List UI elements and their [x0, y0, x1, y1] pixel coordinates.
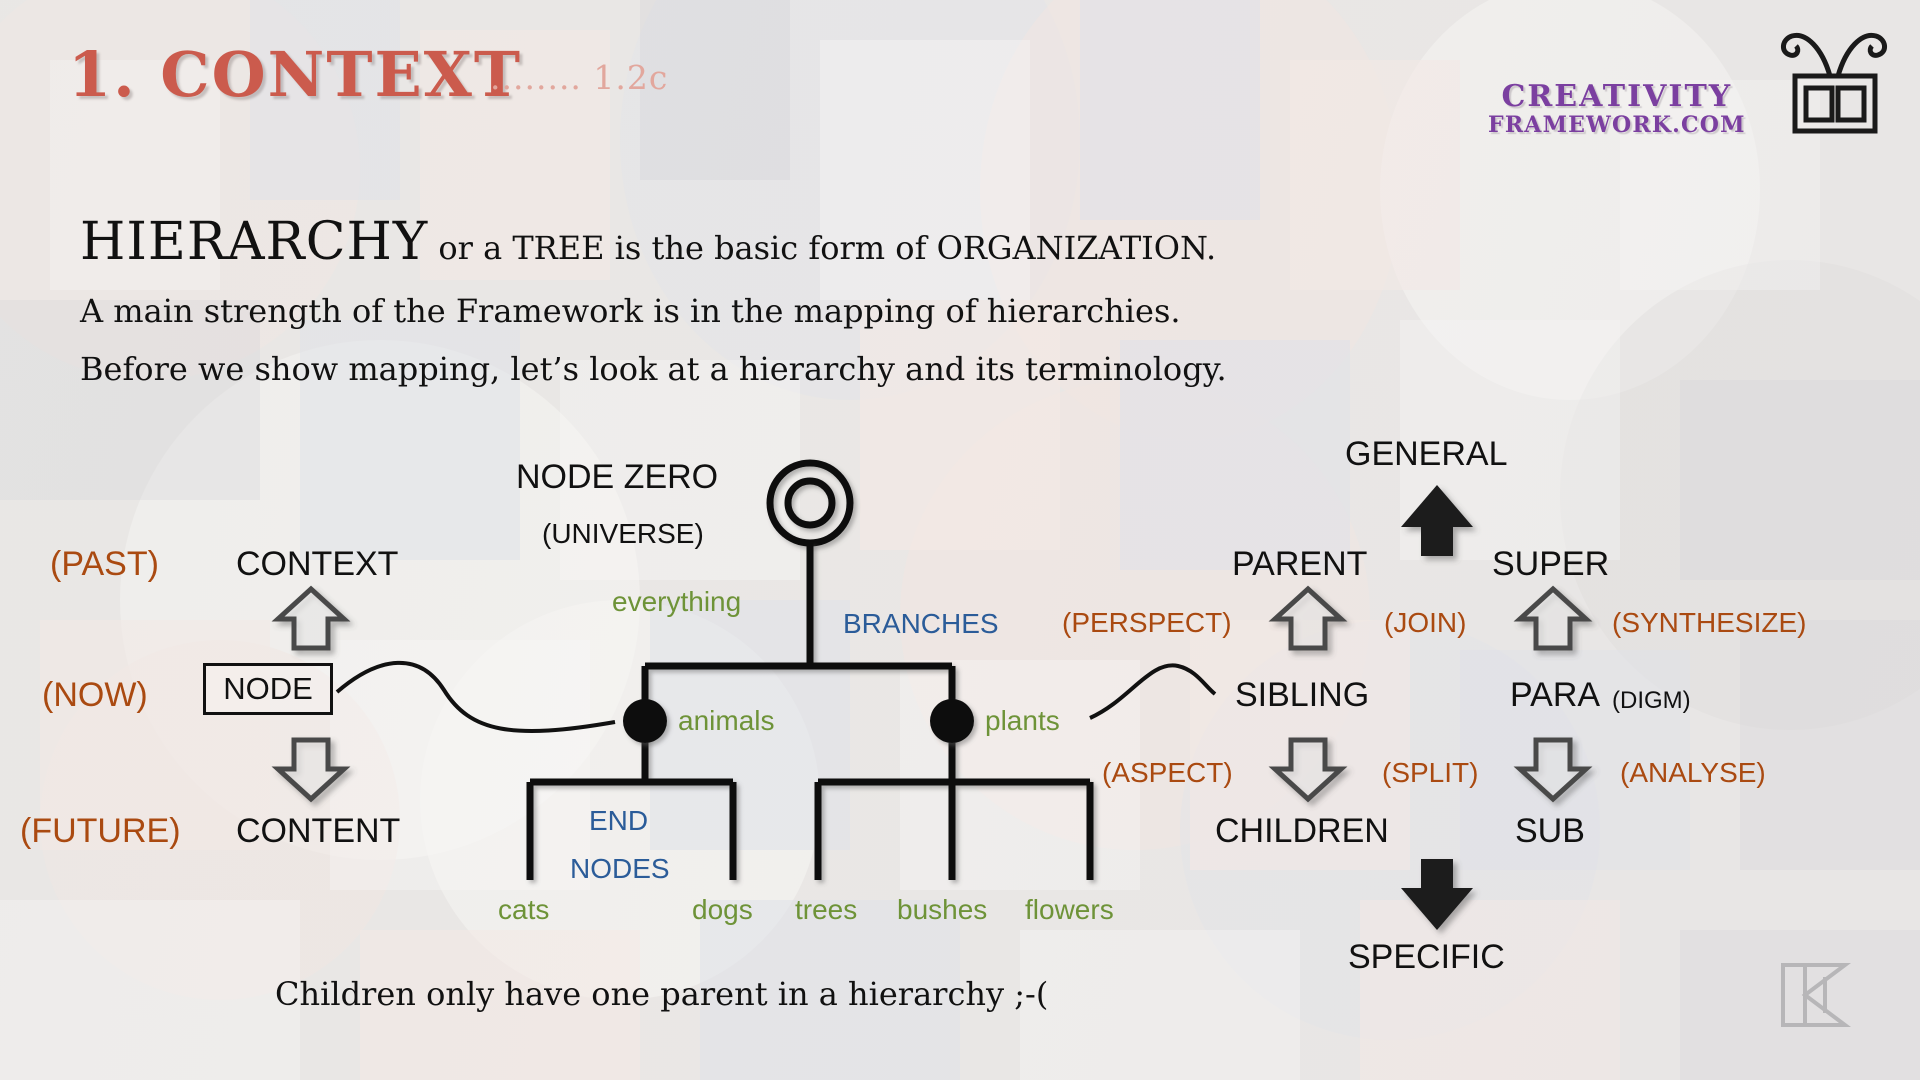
headline-line-1: HIERARCHY or a TREE is the basic form of…	[80, 212, 1216, 272]
label-leaf-trees: trees	[795, 894, 858, 925]
label-past: (PAST)	[50, 545, 159, 583]
brand-logo[interactable]: CREATIVITY FRAMEWORK.COM	[1488, 79, 1746, 139]
label-leaf-bushes: bushes	[897, 894, 988, 925]
label-plants: plants	[985, 705, 1060, 736]
label-content: CONTENT	[236, 812, 401, 850]
headline-line-3: Before we show mapping, let’s look at a …	[80, 350, 1227, 388]
label-specific: SPECIFIC	[1348, 938, 1505, 976]
label-para: PARA	[1510, 676, 1601, 714]
label-branches: BRANCHES	[843, 608, 999, 639]
footnote-text: Children only have one parent in a hiera…	[275, 975, 1049, 1013]
headline-line-2: A main strength of the Framework is in t…	[80, 292, 1181, 330]
label-context: CONTEXT	[236, 545, 399, 583]
label-node-zero-sub: (UNIVERSE)	[542, 518, 704, 549]
label-sibling: SIBLING	[1235, 676, 1370, 714]
brand-line-1: CREATIVITY	[1501, 79, 1733, 114]
label-join: (JOIN)	[1384, 607, 1467, 638]
label-everything: everything	[612, 586, 742, 617]
brand-line-2: FRAMEWORK.COM	[1488, 112, 1746, 138]
node-box: NODE	[203, 663, 333, 715]
label-super: SUPER	[1492, 545, 1610, 583]
headline-hierarchy: HIERARCHY	[80, 212, 429, 272]
label-leaf-dogs: dogs	[692, 894, 753, 925]
label-node-zero: NODE ZERO	[516, 458, 719, 496]
label-general: GENERAL	[1345, 435, 1508, 473]
page-title: 1. CONTEXT	[68, 38, 522, 111]
daw-monogram-icon	[1781, 963, 1851, 1027]
label-synthesize: (SYNTHESIZE)	[1612, 607, 1807, 638]
antenna-box-icon	[1781, 32, 1887, 134]
headline-rest: or a TREE is the basic form of ORGANIZAT…	[428, 229, 1217, 267]
page-number: ........ 1.2c	[490, 58, 669, 97]
label-leaf-flowers: flowers	[1025, 894, 1114, 925]
label-animals: animals	[678, 705, 775, 736]
label-future: (FUTURE)	[20, 812, 181, 850]
label-split: (SPLIT)	[1382, 757, 1479, 788]
label-sub: SUB	[1515, 812, 1585, 850]
label-para-sub: (DIGM)	[1612, 687, 1691, 714]
label-perspect: (PERSPECT)	[1062, 607, 1232, 638]
label-end-nodes-line1: END	[589, 805, 649, 836]
label-analyse: (ANALYSE)	[1620, 757, 1766, 788]
label-children: CHILDREN	[1215, 812, 1389, 850]
label-end-nodes-line2: NODES	[570, 853, 670, 884]
label-aspect: (ASPECT)	[1102, 757, 1233, 788]
label-now: (NOW)	[42, 676, 148, 714]
label-leaf-cats: cats	[498, 894, 550, 925]
label-parent: PARENT	[1232, 545, 1368, 583]
label-node: NODE	[223, 671, 313, 706]
slide-canvas: 1. CONTEXT ........ 1.2c CREATIVITY FRAM…	[0, 0, 1920, 1080]
